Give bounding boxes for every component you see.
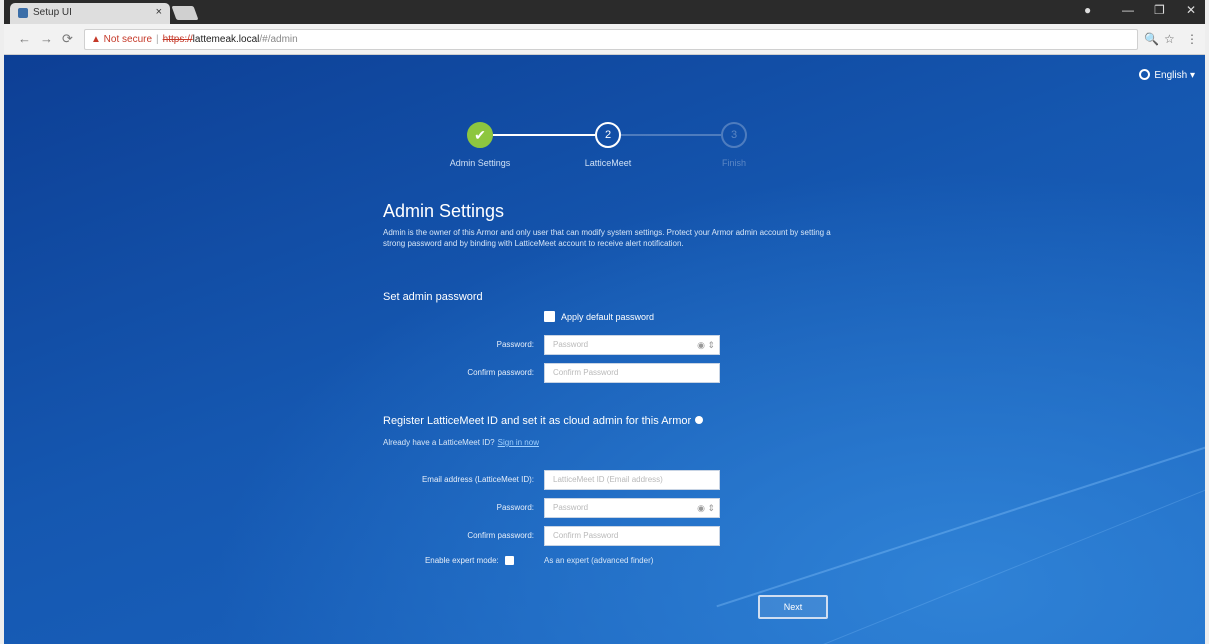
step-connector: [621, 134, 721, 136]
url-separator: |: [156, 34, 159, 45]
expert-mode-row-label: Enable expert mode:: [314, 556, 514, 565]
setup-page: English ▾ ✔ 2 3 Admin Settings LatticeMe…: [4, 55, 1205, 644]
chevron-down-icon: ▾: [1189, 70, 1195, 81]
password-label: Password:: [496, 340, 534, 349]
step-3-indicator: 3: [721, 122, 747, 148]
show-password-eye-icon[interactable]: ◉: [697, 336, 705, 354]
apply-default-password-label: Apply default password: [561, 312, 655, 322]
not-secure-warning[interactable]: ▲ Not secure: [91, 34, 152, 45]
minimize-button[interactable]: —: [1122, 3, 1134, 17]
new-tab-button[interactable]: [171, 6, 199, 20]
forward-button[interactable]: →: [40, 31, 53, 46]
title-bar: Setup UI × ● — ❐ ✕: [4, 0, 1205, 24]
url-path: /#/admin: [259, 34, 298, 45]
password-field[interactable]: Password ◉ ⇕: [544, 335, 720, 355]
language-selector[interactable]: English ▾: [1139, 69, 1195, 81]
step-3-label: Finish: [721, 158, 746, 168]
reload-button[interactable]: ⟳: [62, 31, 73, 47]
apply-default-password-checkbox[interactable]: [544, 311, 555, 322]
register-title-text: Register LatticeMeet ID and set it as cl…: [383, 415, 692, 427]
address-bar: ← → ⟳ ▲ Not secure | https://lattemeak.loc…: [4, 24, 1205, 55]
page-description: Admin is the owner of this Armor and onl…: [383, 228, 831, 248]
expert-mode-toggle[interactable]: [505, 556, 514, 565]
url-scheme: https://: [162, 34, 193, 45]
section-title-register: Register LatticeMeet ID and set it as cl…: [383, 415, 704, 427]
tab-favicon-icon: [18, 8, 28, 18]
language-label: English: [1154, 70, 1188, 81]
close-window-button[interactable]: ✕: [1186, 3, 1196, 17]
url-field[interactable]: ▲ Not secure | https://lattemeak.local/#/a…: [84, 29, 1138, 50]
already-have-id-text: Already have a LatticeMeet ID?: [383, 438, 495, 447]
already-have-id: Already have a LatticeMeet ID? Sign in no…: [383, 438, 539, 447]
expert-mode-description: As an expert (advanced finder): [544, 556, 654, 565]
email-label: Email address (LatticeMeet ID):: [421, 475, 534, 484]
page-title: Admin Settings: [383, 201, 505, 221]
password-placeholder: Password: [553, 340, 589, 349]
expert-mode-label: Enable expert mode:: [424, 556, 499, 565]
password-spin-icon: ⇕: [707, 503, 715, 513]
zoom-icon[interactable]: 🔍: [1144, 32, 1159, 46]
confirm-password-field[interactable]: Confirm Password: [544, 363, 720, 383]
confirm-password-placeholder: Confirm Password: [553, 368, 619, 377]
email-field[interactable]: LatticeMeet ID (Email address): [544, 470, 720, 490]
cloud-password-label: Password:: [496, 503, 534, 512]
url-host: lattemeak.local: [192, 34, 260, 45]
browser-menu-icon[interactable]: ⋮: [1186, 32, 1198, 46]
tab-title: Setup UI: [33, 7, 72, 18]
tab-close-icon[interactable]: ×: [156, 6, 162, 18]
step-1-check-icon: ✔: [467, 122, 493, 148]
browser-window: Setup UI × ● — ❐ ✕ ← → ⟳ ▲ Not secure | ht…: [4, 0, 1205, 644]
apply-default-password-row[interactable]: Apply default password: [544, 311, 654, 322]
next-button[interactable]: Next: [758, 595, 828, 619]
browser-tab[interactable]: Setup UI ×: [10, 3, 170, 24]
globe-icon: [1139, 69, 1151, 80]
maximize-button[interactable]: ❐: [1154, 3, 1165, 17]
info-icon[interactable]: [695, 416, 704, 424]
password-spin-icon: ⇕: [707, 340, 715, 350]
cloud-confirm-password-field[interactable]: Confirm Password: [544, 526, 720, 546]
background-streak: [780, 488, 1205, 644]
confirm-password-label: Confirm password:: [467, 368, 534, 377]
step-2-indicator: 2: [595, 122, 621, 148]
profile-icon[interactable]: ●: [1084, 3, 1091, 17]
background-streak: [716, 444, 1205, 608]
cloud-confirm-password-placeholder: Confirm Password: [553, 531, 619, 540]
show-password-eye-icon[interactable]: ◉: [697, 499, 705, 517]
cloud-password-placeholder: Password: [553, 503, 589, 512]
cloud-password-field[interactable]: Password ◉ ⇕: [544, 498, 720, 518]
email-placeholder: LatticeMeet ID (Email address): [553, 475, 663, 484]
step-2-label: LatticeMeet: [584, 158, 632, 168]
step-connector: [493, 134, 595, 136]
step-1-label: Admin Settings: [449, 158, 511, 168]
back-button[interactable]: ←: [18, 31, 31, 46]
section-title-password: Set admin password: [383, 291, 483, 303]
sign-in-link[interactable]: Sign in now: [498, 438, 539, 447]
cloud-confirm-password-label: Confirm password:: [467, 531, 534, 540]
bookmark-star-icon[interactable]: ☆: [1164, 32, 1175, 46]
